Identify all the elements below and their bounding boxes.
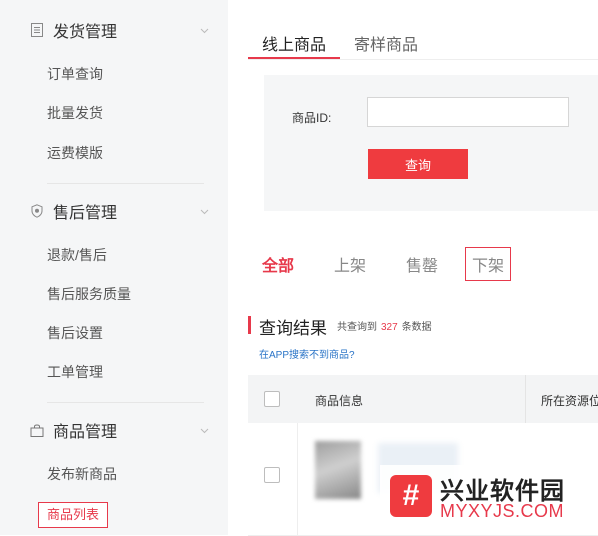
watermark-logo-icon: # xyxy=(390,475,432,517)
query-button[interactable]: 查询 xyxy=(368,149,468,179)
sidebar-group-title: 发货管理 xyxy=(53,24,118,41)
tab-sample-products[interactable]: 寄样商品 xyxy=(354,31,418,55)
shield-icon xyxy=(30,204,44,218)
result-prefix: 共查询到 xyxy=(337,322,377,333)
sidebar-item-order-query[interactable]: 订单查询 xyxy=(47,63,103,85)
sidebar-item-service-quality[interactable]: 售后服务质量 xyxy=(47,283,131,305)
sidebar-group-shipping[interactable]: 发货管理 xyxy=(0,12,228,48)
filter-all[interactable]: 全部 xyxy=(262,252,294,276)
table-header: 商品信息 所在资源位 xyxy=(248,375,598,423)
column-divider xyxy=(525,375,526,423)
sidebar: 发货管理 订单查询 批量发货 运费模版 售后管理 退款/售后 售后服务质量 售后… xyxy=(0,0,228,535)
filter-sold-out[interactable]: 售罄 xyxy=(406,252,438,276)
result-title: 查询结果 xyxy=(259,319,327,338)
sidebar-group-products[interactable]: 商品管理 xyxy=(0,412,228,448)
sidebar-item-ticket-management[interactable]: 工单管理 xyxy=(47,361,103,383)
chevron-down-icon xyxy=(200,428,209,433)
sidebar-item-batch-ship[interactable]: 批量发货 xyxy=(47,102,103,124)
sidebar-item-freight-template[interactable]: 运费模版 xyxy=(47,142,103,164)
sidebar-item-publish-product[interactable]: 发布新商品 xyxy=(47,463,117,485)
search-panel: 商品ID: 查询 xyxy=(264,75,598,211)
sidebar-divider xyxy=(47,183,204,184)
sidebar-item-refund[interactable]: 退款/售后 xyxy=(47,244,107,266)
sidebar-item-after-sales-settings[interactable]: 售后设置 xyxy=(47,322,103,344)
chevron-down-icon xyxy=(200,209,209,214)
sidebar-divider xyxy=(47,402,204,403)
result-count: 327 xyxy=(381,322,398,333)
sidebar-item-product-list[interactable]: 商品列表 xyxy=(38,502,109,528)
watermark: # 兴业软件园 MYXYJS.COM xyxy=(380,465,598,535)
select-all-checkbox[interactable] xyxy=(264,391,280,407)
column-resource-slot: 所在资源位 xyxy=(541,394,598,408)
row-checkbox[interactable] xyxy=(264,467,280,483)
bag-icon xyxy=(30,423,44,437)
result-count-text: 共查询到 327 条数据 xyxy=(337,318,432,333)
filter-off-shelf[interactable]: 下架 xyxy=(465,247,512,281)
column-divider xyxy=(297,423,298,535)
document-icon xyxy=(30,23,44,37)
result-accent-bar xyxy=(248,316,251,334)
app-search-help-link[interactable]: 在APP搜索不到商品? xyxy=(259,346,355,361)
tab-online-products[interactable]: 线上商品 xyxy=(262,31,326,55)
sidebar-group-title: 商品管理 xyxy=(53,424,118,441)
watermark-url: MYXYJS.COM xyxy=(440,501,565,521)
product-thumbnail xyxy=(315,441,361,499)
sidebar-group-title: 售后管理 xyxy=(53,205,118,222)
main-content: 线上商品 寄样商品 商品ID: 查询 全部 上架 售罄 下架 查询结果 共查询到… xyxy=(248,0,598,536)
column-product-info: 商品信息 xyxy=(315,394,364,408)
sidebar-group-after-sales[interactable]: 售后管理 xyxy=(0,193,228,229)
active-tab-indicator xyxy=(248,57,340,59)
chevron-down-icon xyxy=(200,28,209,33)
filter-on-shelf[interactable]: 上架 xyxy=(334,252,366,276)
tab-divider xyxy=(248,59,598,60)
result-suffix: 条数据 xyxy=(401,322,432,333)
product-id-label: 商品ID: xyxy=(292,111,332,125)
product-id-input[interactable] xyxy=(367,97,569,127)
